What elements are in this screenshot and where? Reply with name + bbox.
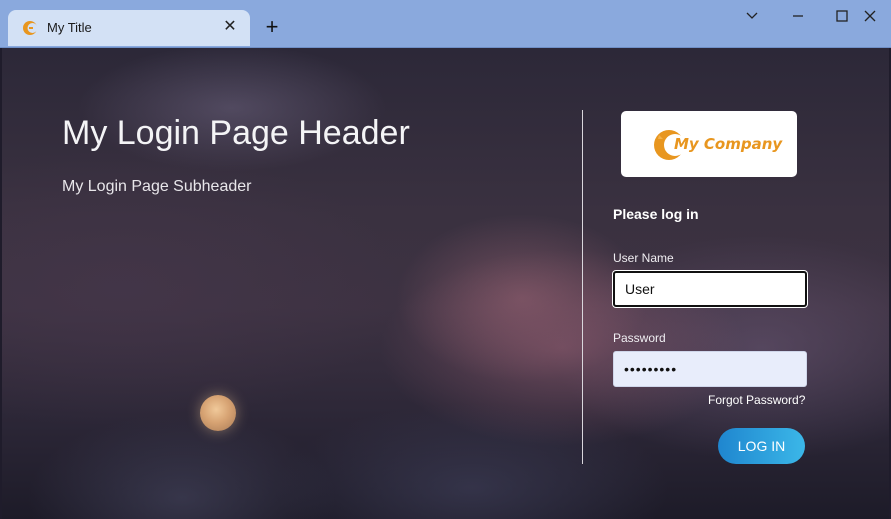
close-icon[interactable]: ✕ xyxy=(220,17,240,37)
app-logo-icon xyxy=(22,20,38,36)
minimize-icon[interactable] xyxy=(788,6,808,26)
new-tab-button[interactable]: + xyxy=(262,16,282,38)
password-input[interactable] xyxy=(613,351,807,387)
window-close-icon[interactable] xyxy=(860,6,880,26)
login-prompt: Please log in xyxy=(613,206,699,222)
username-input[interactable] xyxy=(613,271,807,307)
page-header: My Login Page Header xyxy=(62,114,410,152)
company-logo: My Company xyxy=(621,111,797,177)
chevron-down-icon[interactable] xyxy=(742,6,762,26)
username-label: User Name xyxy=(613,251,674,265)
moon-image xyxy=(200,395,236,431)
vertical-divider xyxy=(582,110,583,464)
browser-titlebar: My Title ✕ + xyxy=(0,0,891,48)
login-button[interactable]: LOG IN xyxy=(718,428,805,464)
company-logo-text: My Company xyxy=(674,135,783,153)
login-page: My Login Page Header My Login Page Subhe… xyxy=(2,48,889,519)
tab-title: My Title xyxy=(47,20,92,35)
browser-tab[interactable]: My Title ✕ xyxy=(8,10,250,46)
forgot-password-link[interactable]: Forgot Password? xyxy=(708,393,805,407)
page-subheader: My Login Page Subheader xyxy=(62,178,252,195)
password-label: Password xyxy=(613,331,666,345)
maximize-icon[interactable] xyxy=(832,6,852,26)
